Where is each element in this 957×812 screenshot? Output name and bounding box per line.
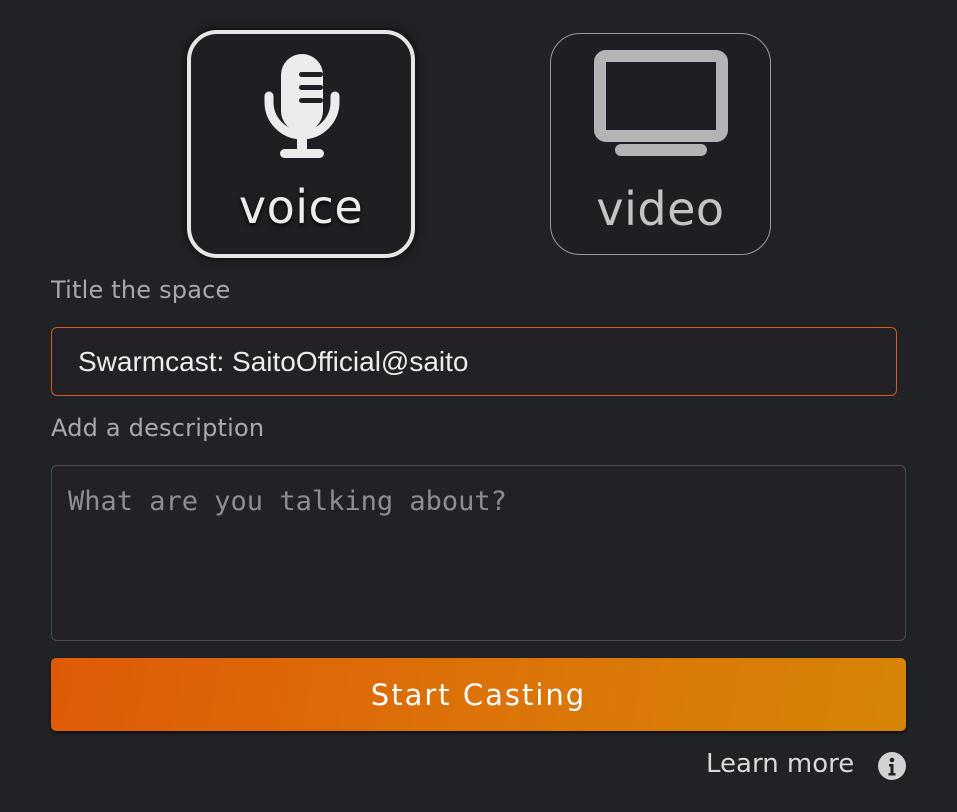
title-input[interactable] — [51, 327, 897, 396]
description-textarea[interactable] — [51, 465, 906, 641]
learn-more-link[interactable]: Learn more — [706, 749, 854, 779]
monitor-icon — [594, 50, 728, 156]
info-icon[interactable] — [878, 752, 906, 780]
description-field-label: Add a description — [51, 414, 265, 442]
start-casting-button[interactable]: Start Casting — [51, 658, 906, 731]
cast-setup-panel: voice video Title the space Add a descri… — [0, 0, 957, 812]
video-mode-option[interactable]: video — [550, 33, 771, 255]
video-mode-label: video — [596, 182, 725, 236]
voice-mode-label: voice — [238, 180, 364, 234]
microphone-icon — [264, 54, 340, 158]
title-field-label: Title the space — [51, 276, 231, 304]
voice-mode-option[interactable]: voice — [187, 30, 415, 258]
